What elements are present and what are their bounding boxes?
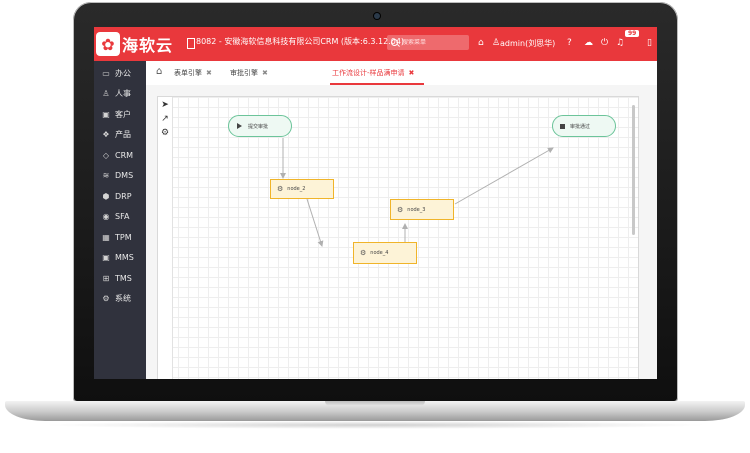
sidebar-item-office[interactable]: ▭ 办公 [94,63,146,83]
node-label: node_4 [370,250,389,256]
tab-label: 表单引擎 [174,69,202,77]
workflow-canvas[interactable]: ➤ ↗ ⚙ 提交审批 ⚙ node_2 ⚙ node_3 ⚙ node_4 审批… [157,96,639,379]
database-icon: ≋ [102,170,110,180]
app-title: 8082 - 安徽海软信息科技有限公司CRM (版本:6.3.12.04) [196,37,405,46]
sidebar-item-label: 人事 [115,88,131,98]
end-node[interactable]: 审批通过 [552,115,616,137]
sidebar-item-label: DMS [115,170,134,180]
sidebar-item-label: SFA [115,211,130,221]
document-icon [187,38,195,49]
home-icon[interactable]: ⌂ [478,36,484,50]
tab-label: 工作流设计-样品满申请 [332,69,405,77]
sidebar-item-label: 客户 [115,109,131,119]
search-icon [391,39,398,46]
sidebar-item-label: TMS [115,273,132,283]
sidebar-item-customer[interactable]: ▣ 客户 [94,104,146,124]
tab-form-engine[interactable]: 表单引擎 ✖ [174,68,212,78]
sidebar-item-sfa[interactable]: ◉ SFA [94,206,146,226]
search-input[interactable] [402,39,462,46]
notification-badge: 99 [625,30,640,37]
briefcase-icon: ▣ [102,109,110,119]
cubes-icon: ❖ [102,129,110,139]
camera-icon [374,13,380,19]
close-icon[interactable]: ✖ [409,69,415,77]
play-icon [237,123,242,129]
sidebar: ▭ 办公 ♙ 人事 ▣ 客户 ❖ 产品 ◇ CRM ≋ DMS ⬢ DRP ◉ SFA ▦ TPM… [94,61,146,379]
task-node-2[interactable]: ⚙ node_2 [270,179,334,199]
help-icon[interactable]: ? [567,36,572,50]
monitor-icon: ▭ [102,68,110,78]
sidebar-item-drp[interactable]: ⬢ DRP [94,186,146,206]
sidebar-item-tpm[interactable]: ▦ TPM [94,227,146,247]
node-label: 审批通过 [570,123,591,130]
sidebar-item-label: TPM [115,232,132,242]
sidebar-item-mms[interactable]: ▣ MMS [94,247,146,267]
sidebar-item-label: CRM [115,150,134,160]
gear-icon: ⚙ [397,205,404,214]
bell-icon[interactable]: ♫ [616,36,624,50]
app-header: ✿ 海软云 8082 - 安徽海软信息科技有限公司CRM (版本:6.3.12.… [94,27,657,61]
logo[interactable]: ✿ 海软云 [96,29,176,59]
vertical-scrollbar[interactable] [632,105,635,235]
sidebar-item-label: MMS [115,252,134,262]
sidebar-item-tms[interactable]: ⊞ TMS [94,268,146,288]
stop-icon [560,123,565,129]
close-icon[interactable]: ✖ [262,69,268,77]
edge-node2-node4 [306,198,324,247]
task-node-4[interactable]: ⚙ node_4 [353,242,417,264]
laptop-shadow [40,421,710,429]
menu-search[interactable] [387,35,469,50]
sidebar-item-dms[interactable]: ≋ DMS [94,165,146,185]
location-icon: ◉ [102,211,110,221]
users-icon: ♙ [102,88,110,98]
node-label: node_2 [287,186,306,192]
start-node[interactable]: 提交审批 [228,115,292,137]
table-icon: ▦ [102,232,110,242]
gear-icon: ⚙ [102,293,110,303]
tab-workflow-design[interactable]: 工作流设计-样品满申请 ✖ [332,68,414,78]
tag-icon: ◇ [102,150,110,160]
main-content: ➤ ↗ ⚙ 提交审批 ⚙ node_2 ⚙ node_3 ⚙ node_4 审批… [146,85,657,379]
mobile-icon[interactable]: ▯ [647,36,652,50]
laptop-notch [325,401,425,406]
close-icon[interactable]: ✖ [206,69,212,77]
cube-icon: ⬢ [102,191,110,201]
user-name[interactable]: admin(刘思华) [500,38,555,49]
gear-icon: ⚙ [360,249,367,257]
sidebar-item-system[interactable]: ⚙ 系统 [94,288,146,308]
node-label: 提交审批 [248,123,269,130]
task-node-3[interactable]: ⚙ node_3 [390,199,454,220]
sidebar-item-label: DRP [115,191,132,201]
sidebar-item-label: 产品 [115,129,131,139]
workflow-connectors [280,138,554,247]
tab-label: 审批引擎 [230,69,258,77]
sidebar-item-label: 办公 [115,68,131,78]
cloud-icon[interactable]: ☁ [584,36,593,50]
sidebar-item-crm[interactable]: ◇ CRM [94,145,146,165]
sidebar-item-product[interactable]: ❖ 产品 [94,124,146,144]
plus-square-icon: ⊞ [102,273,110,283]
tab-bar: ⌂ 表单引擎 ✖ 审批引擎 ✖ 工作流设计-样品满申请 ✖ [146,61,657,86]
sidebar-item-label: 系统 [115,293,131,303]
screen: ✿ 海软云 8082 - 安徽海软信息科技有限公司CRM (版本:6.3.12.… [94,27,657,379]
node-label: node_3 [407,206,426,213]
user-icon[interactable]: ♙ [492,36,500,50]
tab-approval-engine[interactable]: 审批引擎 ✖ [230,68,268,78]
camera-icon: ▣ [102,252,110,262]
logo-mark-icon: ✿ [96,32,120,56]
home-icon[interactable]: ⌂ [156,66,162,77]
logo-text: 海软云 [122,36,174,55]
sidebar-item-hr[interactable]: ♙ 人事 [94,83,146,103]
power-icon[interactable]: ⏻ [601,36,608,50]
gear-icon: ⚙ [277,185,284,193]
edge-node3-end [454,147,554,205]
